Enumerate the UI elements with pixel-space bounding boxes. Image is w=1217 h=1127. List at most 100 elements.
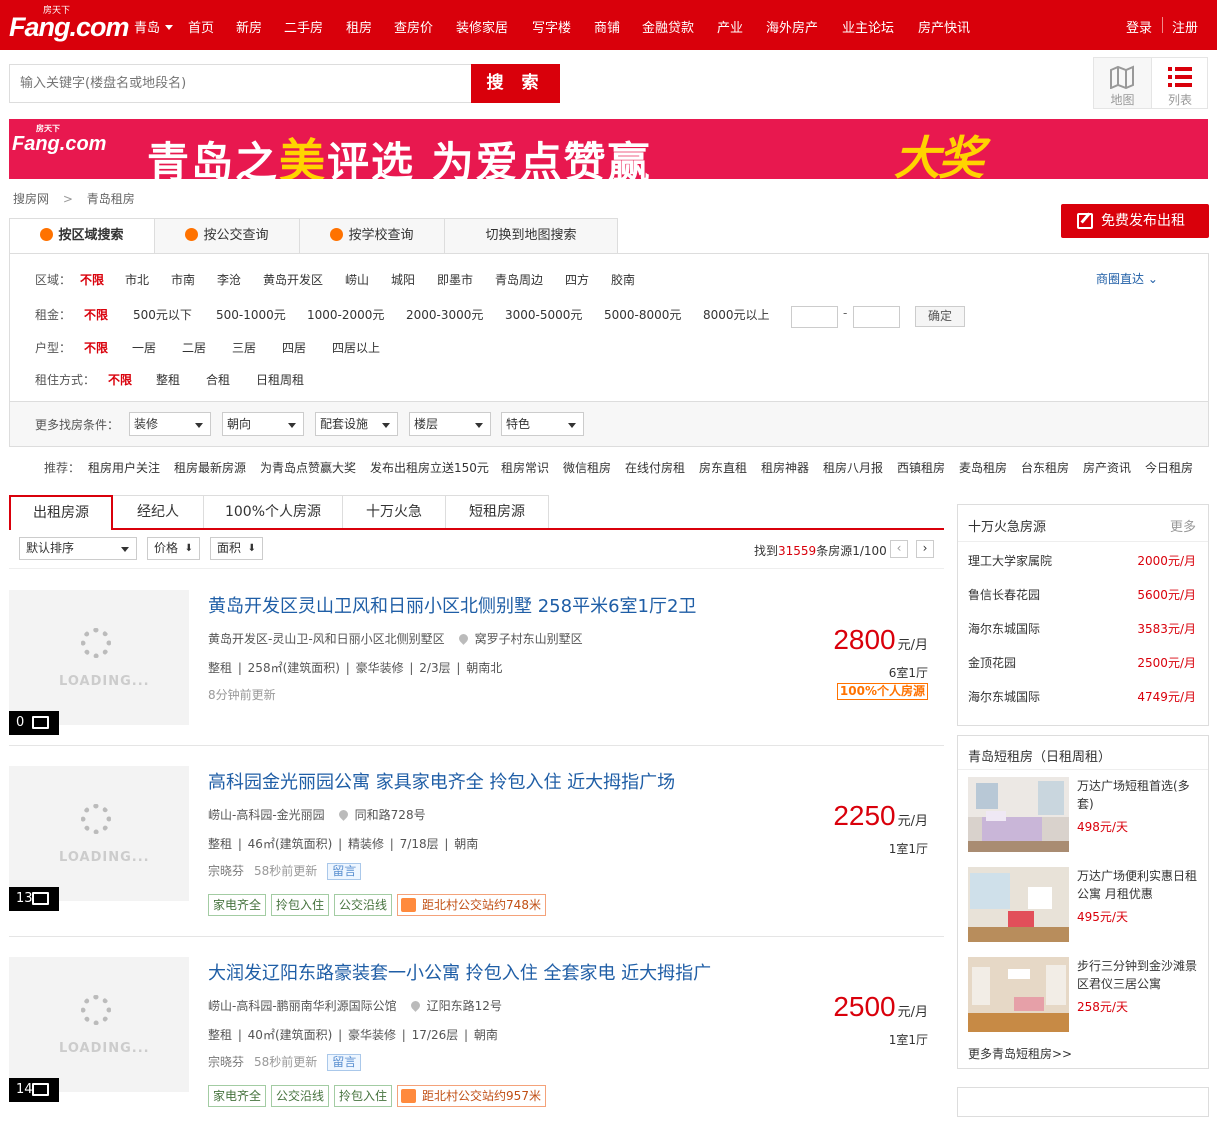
agent-name[interactable]: 宗晓芬 (208, 1055, 244, 1069)
city-selector[interactable]: 青岛 (134, 17, 173, 36)
mode-option[interactable]: 日租周租 (256, 371, 304, 388)
urgent-item[interactable]: 理工大学家属院 2000元/月 (968, 552, 1196, 569)
nav-news[interactable]: 房产快讯 (918, 17, 970, 36)
publish-rental-button[interactable]: 免费发布出租 (1061, 204, 1209, 238)
tab-area-search[interactable]: 按区域搜索 (9, 218, 155, 254)
recommend-link[interactable]: 西镇租房 (897, 459, 945, 476)
layout-option[interactable]: 二居 (182, 339, 206, 356)
tab-short-term[interactable]: 短租房源 (446, 495, 549, 528)
rent-confirm-button[interactable]: 确定 (915, 306, 965, 327)
rent-option[interactable]: 500-1000元 (216, 306, 286, 323)
rent-max-input[interactable] (853, 306, 900, 328)
recommend-link[interactable]: 在线付房租 (625, 459, 685, 476)
tab-bus-search[interactable]: 按公交查询 (155, 218, 300, 254)
urgent-item[interactable]: 海尔东城国际 4749元/月 (968, 688, 1196, 705)
listing-title[interactable]: 黄岛开发区灵山卫风和日丽小区北侧别墅 258平米6室1厅2卫 (208, 592, 696, 618)
more-short-term-link[interactable]: 更多青岛短租房>> (968, 1045, 1072, 1062)
rent-any[interactable]: 不限 (84, 306, 108, 323)
nav-new-homes[interactable]: 新房 (236, 17, 262, 36)
tab-agents[interactable]: 经纪人 (113, 495, 204, 528)
prev-page-button[interactable]: ‹ (890, 540, 908, 558)
rent-option[interactable]: 1000-2000元 (307, 306, 384, 323)
layout-option[interactable]: 四居 (282, 339, 306, 356)
district-option[interactable]: 青岛周边 (495, 271, 543, 288)
nav-industry[interactable]: 产业 (717, 17, 743, 36)
agent-name[interactable]: 宗晓芬 (208, 864, 244, 878)
next-page-button[interactable]: › (916, 540, 934, 558)
recommend-link[interactable]: 租房八月报 (823, 459, 883, 476)
decoration-select[interactable]: 装修 (129, 412, 211, 436)
message-button[interactable]: 留言 (327, 863, 362, 880)
recommend-link[interactable]: 租房最新房源 (174, 459, 246, 476)
tab-rental-listings[interactable]: 出租房源 (9, 495, 113, 530)
recommend-link[interactable]: 台东租房 (1021, 459, 1069, 476)
mode-option[interactable]: 合租 (206, 371, 230, 388)
short-term-item[interactable]: 万达广场短租首选(多套) 498元/天 (968, 777, 1200, 852)
login-link[interactable]: 登录 (1126, 17, 1152, 36)
district-option[interactable]: 市北 (125, 271, 149, 288)
area-sort-button[interactable]: 面积 ⬇ (210, 537, 263, 560)
nav-price-check[interactable]: 查房价 (394, 17, 433, 36)
tab-personal-listings[interactable]: 100%个人房源 (204, 495, 343, 528)
listing-community[interactable]: 崂山-高科园-鹏丽南华利源国际公馆 (208, 999, 397, 1013)
recommend-link[interactable]: 为青岛点赞赢大奖 (260, 459, 356, 476)
district-option[interactable]: 黄岛开发区 (263, 271, 323, 288)
district-option[interactable]: 李沧 (217, 271, 241, 288)
business-district-toggle[interactable]: 商圈直达 ⌄ (1096, 270, 1158, 287)
district-option[interactable]: 城阳 (391, 271, 415, 288)
price-sort-button[interactable]: 价格 ⬇ (147, 537, 200, 560)
listing-photo[interactable]: LOADING... 0 (9, 590, 189, 735)
recommend-link[interactable]: 发布出租房立送150元 (370, 459, 489, 476)
mode-option[interactable]: 整租 (156, 371, 180, 388)
breadcrumb-home[interactable]: 搜房网 (13, 192, 49, 206)
district-option[interactable]: 四方 (565, 271, 589, 288)
listing-community[interactable]: 崂山-高科园-金光丽园 (208, 808, 325, 822)
tab-urgent[interactable]: 十万火急 (343, 495, 446, 528)
map-view-button[interactable]: 地图 (1094, 58, 1151, 108)
recommend-link[interactable]: 麦岛租房 (959, 459, 1007, 476)
floor-select[interactable]: 楼层 (409, 412, 491, 436)
urgent-item[interactable]: 金顶花园 2500元/月 (968, 654, 1196, 671)
tab-school-search[interactable]: 按学校查询 (300, 218, 445, 254)
layout-any[interactable]: 不限 (84, 339, 108, 356)
tab-map-search[interactable]: 切换到地图搜索 (445, 218, 618, 254)
urgent-item[interactable]: 鲁信长春花园 5600元/月 (968, 586, 1196, 603)
district-option[interactable]: 胶南 (611, 271, 635, 288)
rent-option[interactable]: 8000元以上 (703, 306, 770, 323)
nav-second-hand[interactable]: 二手房 (284, 17, 323, 36)
default-sort-select[interactable]: 默认排序 (19, 537, 137, 560)
register-link[interactable]: 注册 (1172, 17, 1198, 36)
recommend-link[interactable]: 微信租房 (563, 459, 611, 476)
facilities-select[interactable]: 配套设施 (315, 412, 398, 436)
listing-community[interactable]: 黄岛开发区-灵山卫-风和日丽小区北侧别墅区 (208, 632, 445, 646)
listing-title[interactable]: 大润发辽阳东路豪装套一小公寓 拎包入住 全套家电 近大拇指广 (208, 959, 711, 985)
district-any[interactable]: 不限 (80, 271, 104, 288)
district-option[interactable]: 崂山 (345, 271, 369, 288)
message-button[interactable]: 留言 (327, 1054, 362, 1071)
layout-option[interactable]: 一居 (132, 339, 156, 356)
short-term-photo[interactable] (968, 957, 1069, 1032)
nav-office[interactable]: 写字楼 (532, 17, 571, 36)
nav-shops[interactable]: 商铺 (594, 17, 620, 36)
nav-rent[interactable]: 租房 (346, 17, 372, 36)
promo-banner[interactable]: 房天下 Fang.com 青岛之美评选 为爱点赞赢 大奖 (9, 119, 1208, 179)
urgent-item[interactable]: 海尔东城国际 3583元/月 (968, 620, 1196, 637)
recommend-link[interactable]: 房东直租 (699, 459, 747, 476)
short-term-item[interactable]: 万达广场便利实惠日租公寓 月租优惠 495元/天 (968, 867, 1200, 942)
nav-forum[interactable]: 业主论坛 (842, 17, 894, 36)
recommend-link[interactable]: 今日租房 (1145, 459, 1193, 476)
nav-finance[interactable]: 金融贷款 (642, 17, 694, 36)
rent-option[interactable]: 5000-8000元 (604, 306, 681, 323)
listing-photo[interactable]: LOADING... 13 (9, 766, 189, 911)
nav-overseas[interactable]: 海外房产 (766, 17, 818, 36)
search-button[interactable]: 搜 索 (471, 64, 560, 103)
rent-option[interactable]: 2000-3000元 (406, 306, 483, 323)
orientation-select[interactable]: 朝向 (222, 412, 304, 436)
district-option[interactable]: 市南 (171, 271, 195, 288)
short-term-item[interactable]: 步行三分钟到金沙滩景区君仪三居公寓 258元/天 (968, 957, 1200, 1032)
feature-select[interactable]: 特色 (501, 412, 584, 436)
listing-photo[interactable]: LOADING... 14 (9, 957, 189, 1102)
rent-min-input[interactable] (791, 306, 838, 328)
layout-option[interactable]: 四居以上 (332, 339, 380, 356)
mode-any[interactable]: 不限 (108, 371, 132, 388)
